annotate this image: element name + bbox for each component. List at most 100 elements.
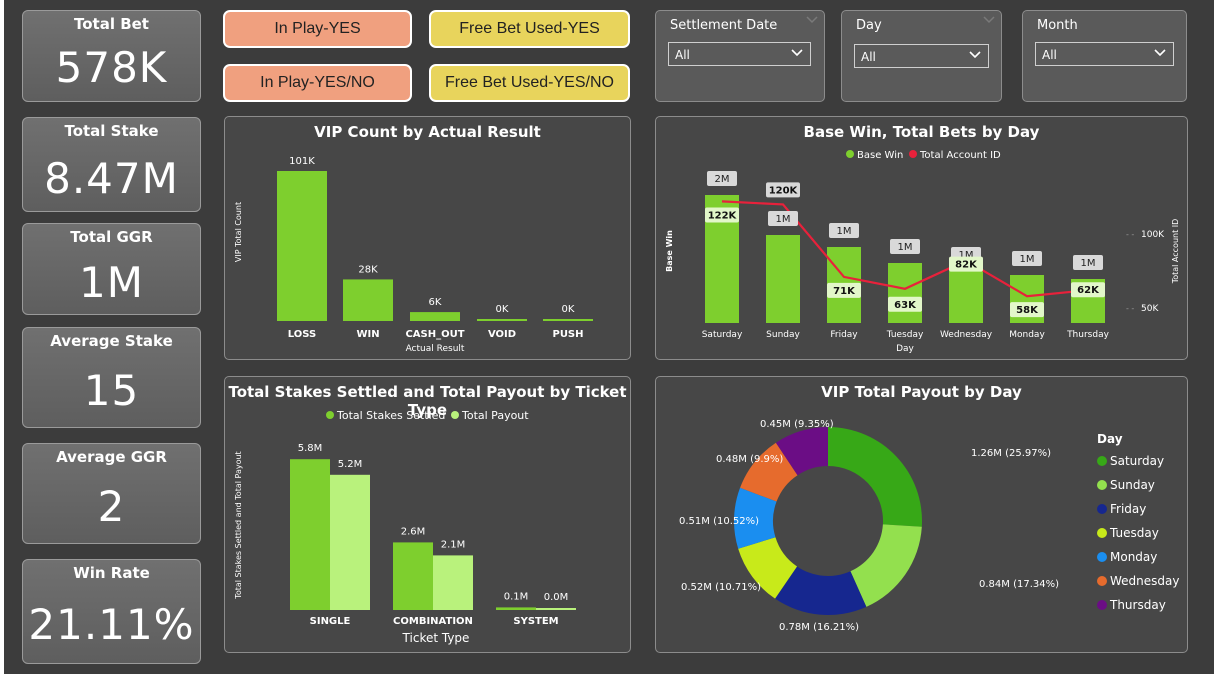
bar (277, 171, 327, 321)
chevron-down-icon (969, 51, 981, 59)
tick-label: Sunday (766, 330, 800, 340)
data-label: 62K (1077, 285, 1100, 296)
data-label: 1M (1081, 258, 1096, 269)
bar (410, 312, 460, 321)
kpi-value: 578K (55, 43, 168, 92)
stakes-payout-plot: Total Stakes Settled Total Payout Total St… (234, 409, 576, 645)
bar (330, 474, 370, 610)
data-label: 1.26M (25.97%) (971, 448, 1051, 459)
tick-label: WIN (356, 329, 379, 340)
day-dropdown[interactable]: All (854, 44, 989, 68)
x-axis-label: Ticket Type (402, 631, 470, 645)
kpi-average-stake: Average Stake 15 (22, 327, 201, 428)
kpi-total-stake: Total Stake 8.47M (22, 117, 201, 212)
bar (433, 555, 473, 610)
y2-tick-label: 50K (1141, 304, 1159, 314)
legend-marker (909, 150, 917, 158)
data-label: 1M (776, 214, 791, 225)
legend-marker (1097, 552, 1107, 562)
kpi-total-bet: Total Bet 578K (22, 10, 201, 102)
month-dropdown[interactable]: All (1035, 42, 1174, 66)
bar (766, 235, 800, 323)
data-label: 71K (833, 286, 856, 297)
kpi-value: 2 (97, 482, 126, 531)
bar (477, 319, 527, 321)
legend-label: Monday (1110, 550, 1157, 564)
tick-label: VOID (488, 329, 516, 340)
filter-label: Month (1037, 18, 1078, 33)
vip-payout-chart: VIP Total Payout by Day 1.26M (25.97%) 0.… (655, 376, 1188, 653)
legend-marker (1097, 576, 1107, 586)
tick-label: LOSS (288, 329, 316, 340)
data-label: 1M (1020, 254, 1035, 265)
kpi-title: Average GGR (56, 448, 167, 466)
data-label: 0.48M (9.9%) (716, 454, 783, 465)
settlement-date-filter: Settlement Date All (655, 10, 825, 102)
kpi-win-rate: Win Rate 21.11% (22, 559, 201, 664)
dropdown-value: All (861, 50, 876, 64)
donut-slice (850, 524, 922, 607)
base-win-plot: Base Win Total Account ID Base Win Total Ac… (665, 150, 1180, 354)
data-label: 1M (837, 226, 852, 237)
bar (496, 607, 536, 610)
in-play-yes-no-button[interactable]: In Play-YES/NO (223, 64, 412, 102)
tick-label: Saturday (702, 330, 743, 340)
gridline-dots: - - (1126, 304, 1134, 313)
kpi-title: Win Rate (73, 564, 150, 582)
data-label: 2.1M (441, 539, 466, 550)
chevron-down-icon (791, 49, 803, 57)
y-axis-label: Base Win (665, 230, 674, 272)
tick-label: Wednesday (940, 330, 993, 340)
free-bet-yes-no-button[interactable]: Free Bet Used-YES/NO (429, 64, 630, 102)
legend-marker (1097, 480, 1107, 490)
bar (290, 459, 330, 610)
data-label: 0.78M (16.21%) (779, 622, 859, 633)
donut-slice (828, 427, 922, 527)
legend-label: Total Payout (461, 409, 529, 422)
base-win-chart: Base Win, Total Bets by Day Base Win Tota… (655, 116, 1188, 360)
filter-label: Day (856, 18, 882, 33)
vip-payout-plot: 1.26M (25.97%) 0.84M (17.34%) 0.78M (16.21… (679, 419, 1179, 633)
data-label: 2M (715, 174, 730, 185)
bar (536, 608, 576, 610)
data-label: 5.2M (338, 459, 363, 470)
data-label: 0.84M (17.34%) (979, 579, 1059, 590)
kpi-title: Average Stake (50, 332, 173, 350)
tick-label: CASH_OUT (405, 329, 464, 340)
tick-label: COMBINATION (393, 616, 473, 627)
y-axis-label: VIP Total Count (234, 202, 243, 262)
free-bet-yes-button[interactable]: Free Bet Used-YES (429, 10, 630, 48)
data-label: 101K (289, 156, 315, 167)
month-filter: Month All (1022, 10, 1187, 102)
tick-label: Friday (830, 330, 858, 340)
data-label: 0.0M (544, 592, 569, 603)
gridline-dots: - - (1126, 230, 1134, 239)
legend-label: Sunday (1110, 478, 1155, 492)
bar (543, 319, 593, 321)
chevron-down-icon (983, 16, 995, 24)
chevron-down-icon (1154, 49, 1166, 57)
data-label: 6K (429, 297, 442, 308)
y-axis-label: Total Stakes Settled and Total Payout (234, 451, 243, 599)
data-label: 5.8M (298, 443, 323, 454)
y2-axis-label: Total Account ID (1171, 219, 1180, 285)
dashboard: Total Bet 578K Total Stake 8.47M Total G… (4, 0, 1214, 674)
in-play-yes-button[interactable]: In Play-YES (223, 10, 412, 48)
data-label: 2.6M (401, 526, 426, 537)
x-axis-label: Day (896, 344, 914, 354)
legend-label: Thursday (1109, 598, 1166, 612)
legend-marker (846, 150, 854, 158)
chevron-down-icon (806, 16, 818, 24)
filter-label: Settlement Date (670, 18, 778, 33)
data-label: 58K (1016, 305, 1039, 316)
legend-marker (1097, 504, 1107, 514)
kpi-value: 21.11% (28, 600, 195, 649)
vip-count-plot: VIP Total Count 101K LOSS 28K WIN 6K CASH_OUT 0… (234, 156, 593, 354)
kpi-value: 8.47M (44, 154, 179, 203)
tick-label: Tuesday (886, 330, 924, 340)
legend-marker (451, 411, 459, 419)
data-label: 28K (358, 264, 378, 275)
legend-marker (1097, 456, 1107, 466)
settlement-date-dropdown[interactable]: All (668, 42, 811, 66)
kpi-title: Total Bet (74, 15, 149, 33)
